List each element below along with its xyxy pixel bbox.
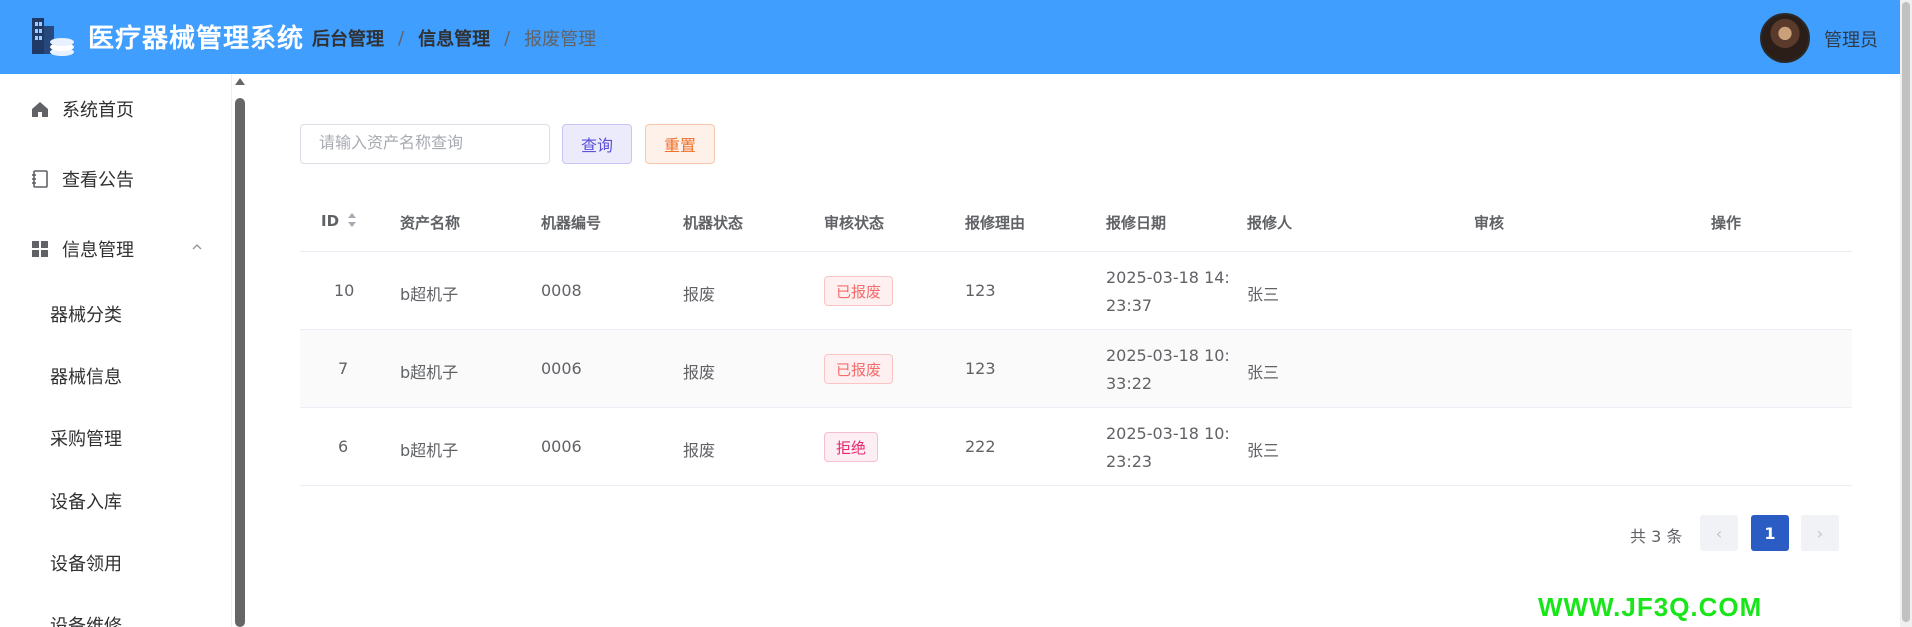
user-avatar[interactable] bbox=[1760, 13, 1810, 63]
breadcrumb-item-current: 报废管理 bbox=[524, 29, 597, 50]
sort-caret-icon[interactable] bbox=[346, 211, 358, 229]
time-line: 23:23 bbox=[1106, 452, 1153, 471]
cell-repair-date: 2025-03-18 14: 23:37 bbox=[1106, 264, 1236, 320]
table-header: ID 资产名称 机器编号 机器状态 审核状态 报修理由 报修日期 报修人 审核 … bbox=[300, 192, 1852, 252]
cell-id: 10 bbox=[334, 281, 355, 300]
cell-reporter: 张三 bbox=[1247, 363, 1280, 382]
time-line: 33:22 bbox=[1106, 374, 1153, 393]
cell-asset-name: b超机子 bbox=[400, 363, 459, 382]
pagination-total: 共 3 条 bbox=[1630, 527, 1683, 546]
sidebar-subitem-label: 设备维修 bbox=[50, 616, 122, 627]
sidebar: 系统首页 查看公告 信息管理 器械分类 器械信息 采购管理 设备入库 设备领用 … bbox=[0, 74, 232, 627]
breadcrumb: 后台管理 / 信息管理 / 报废管理 bbox=[312, 25, 596, 51]
scroll-up-arrow-icon[interactable] bbox=[235, 78, 245, 85]
audit-status-badge: 已报废 bbox=[824, 276, 894, 306]
sidebar-subitem-label: 设备入库 bbox=[50, 492, 122, 513]
cell-repair-reason: 123 bbox=[965, 281, 996, 300]
pagination-prev-button[interactable]: ‹ bbox=[1700, 515, 1738, 551]
sidebar-scrollbar[interactable] bbox=[234, 76, 246, 627]
column-header-machine-code: 机器编号 bbox=[541, 214, 602, 232]
page-scrollbar[interactable] bbox=[1900, 0, 1912, 627]
cell-machine-code: 0006 bbox=[541, 437, 582, 456]
sidebar-item-label: 查看公告 bbox=[62, 170, 134, 191]
breadcrumb-item-info[interactable]: 信息管理 bbox=[418, 25, 490, 51]
sidebar-subitem-purchase[interactable]: 采购管理 bbox=[0, 413, 231, 463]
cell-machine-code: 0006 bbox=[541, 359, 582, 378]
cell-repair-reason: 222 bbox=[965, 437, 996, 456]
breadcrumb-item-admin[interactable]: 后台管理 bbox=[312, 25, 384, 51]
pagination-page-1[interactable]: 1 bbox=[1751, 515, 1789, 551]
sidebar-subitem-label: 器械信息 bbox=[50, 367, 122, 388]
breadcrumb-separator: / bbox=[504, 27, 511, 49]
grid-icon bbox=[32, 241, 48, 257]
watermark-text: WWW.JF3Q.COM bbox=[1538, 592, 1763, 622]
sidebar-item-notice[interactable]: 查看公告 bbox=[0, 154, 231, 204]
sidebar-item-info-management[interactable]: 信息管理 bbox=[0, 224, 231, 274]
building-logo-icon bbox=[32, 18, 74, 56]
user-name[interactable]: 管理员 bbox=[1824, 26, 1878, 52]
column-header-repair-reason: 报修理由 bbox=[965, 214, 1026, 232]
sidebar-subitem-category[interactable]: 器械分类 bbox=[0, 289, 231, 339]
date-line: 2025-03-18 10: bbox=[1106, 424, 1230, 443]
sidebar-subitem-receive[interactable]: 设备领用 bbox=[0, 538, 231, 588]
table-row: 10 b超机子 0008 报废 已报废 123 2025-03-18 14: 23… bbox=[300, 252, 1852, 330]
cell-machine-code: 0008 bbox=[541, 281, 582, 300]
column-header-actions: 操作 bbox=[1711, 214, 1742, 232]
breadcrumb-separator: / bbox=[398, 27, 405, 49]
cell-repair-date: 2025-03-18 10: 33:22 bbox=[1106, 342, 1236, 398]
cell-id: 7 bbox=[338, 359, 349, 378]
sidebar-subitem-label: 采购管理 bbox=[50, 429, 122, 450]
date-line: 2025-03-18 10: bbox=[1106, 346, 1230, 365]
column-header-machine-status: 机器状态 bbox=[683, 214, 744, 232]
time-line: 23:37 bbox=[1106, 296, 1153, 315]
sidebar-subitem-device-info[interactable]: 器械信息 bbox=[0, 351, 231, 401]
sidebar-subitem-repair[interactable]: 设备维修 bbox=[0, 600, 231, 627]
asset-name-search-input[interactable] bbox=[300, 124, 550, 164]
page-scrollbar-thumb[interactable] bbox=[1902, 2, 1910, 622]
top-header: 医疗器械管理系统 后台管理 / 信息管理 / 报废管理 管理员 bbox=[0, 0, 1900, 74]
cell-machine-status: 报废 bbox=[683, 363, 716, 382]
sidebar-item-label: 信息管理 bbox=[62, 240, 134, 261]
column-header-audit: 审核 bbox=[1474, 214, 1505, 232]
column-header-reporter: 报修人 bbox=[1247, 214, 1293, 232]
cell-id: 6 bbox=[338, 437, 349, 456]
sidebar-subitem-stock-in[interactable]: 设备入库 bbox=[0, 476, 231, 526]
cell-machine-status: 报废 bbox=[683, 441, 716, 460]
table-row: 6 b超机子 0006 报废 拒绝 222 2025-03-18 10: 23:2… bbox=[300, 408, 1852, 486]
sidebar-subitem-label: 器械分类 bbox=[50, 305, 122, 326]
cell-reporter: 张三 bbox=[1247, 441, 1280, 460]
cell-reporter: 张三 bbox=[1247, 285, 1280, 304]
audit-status-badge: 已报废 bbox=[824, 354, 894, 384]
table-row: 7 b超机子 0006 报废 已报废 123 2025-03-18 10: 33:… bbox=[300, 330, 1852, 408]
audit-status-badge: 拒绝 bbox=[824, 432, 879, 462]
sidebar-item-home[interactable]: 系统首页 bbox=[0, 84, 231, 134]
column-header-audit-status: 审核状态 bbox=[824, 214, 885, 232]
cell-asset-name: b超机子 bbox=[400, 285, 459, 304]
column-header-asset-name: 资产名称 bbox=[400, 214, 461, 232]
query-button[interactable]: 查询 bbox=[562, 124, 632, 164]
column-header-repair-date: 报修日期 bbox=[1106, 214, 1167, 232]
home-icon bbox=[32, 102, 48, 117]
column-header-id[interactable]: ID bbox=[321, 212, 339, 230]
notebook-icon bbox=[32, 170, 48, 188]
cell-repair-date: 2025-03-18 10: 23:23 bbox=[1106, 420, 1236, 476]
app-title: 医疗器械管理系统 bbox=[88, 24, 305, 54]
reset-button[interactable]: 重置 bbox=[645, 124, 715, 164]
sidebar-item-label: 系统首页 bbox=[62, 100, 134, 121]
cell-machine-status: 报废 bbox=[683, 285, 716, 304]
date-line: 2025-03-18 14: bbox=[1106, 268, 1230, 287]
pagination-next-button[interactable]: › bbox=[1801, 515, 1839, 551]
chevron-up-icon bbox=[192, 244, 202, 250]
sidebar-scrollbar-thumb[interactable] bbox=[235, 98, 245, 627]
cell-asset-name: b超机子 bbox=[400, 441, 459, 460]
cell-repair-reason: 123 bbox=[965, 359, 996, 378]
sidebar-subitem-label: 设备领用 bbox=[50, 554, 122, 575]
scrap-table: ID 资产名称 机器编号 机器状态 审核状态 报修理由 报修日期 报修人 审核 … bbox=[300, 192, 1852, 486]
